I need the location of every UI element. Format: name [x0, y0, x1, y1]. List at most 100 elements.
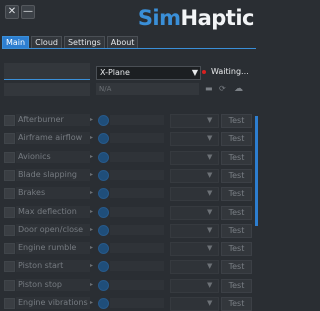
intensity-slider[interactable]	[110, 115, 164, 125]
intensity-slider[interactable]	[110, 279, 164, 290]
dropdown-arrow-icon: ▼	[207, 134, 213, 143]
effect-row: Avionics ▸ ▼ Test	[0, 150, 254, 165]
test-button[interactable]: Test	[221, 114, 252, 128]
effect-row: Brakes ▸ ▼ Test	[0, 186, 254, 202]
effect-enable-checkbox[interactable]	[4, 169, 15, 181]
effect-label: Door open/close	[18, 224, 84, 234]
effect-row: Airframe airflow ▸ ▼ Test	[0, 131, 254, 147]
dropdown-arrow-icon: ▼	[207, 262, 213, 271]
effect-enable-checkbox[interactable]	[4, 298, 15, 309]
effect-row: Max deflection ▸ ▼ Test	[0, 205, 254, 220]
intensity-slider[interactable]	[110, 169, 164, 180]
simulator-select[interactable]: X-Plane ▼	[96, 66, 201, 80]
refresh-icon[interactable]: ⟳	[219, 85, 226, 93]
dropdown-arrow-icon: ▼	[207, 280, 213, 289]
effect-label: Engine rumble	[18, 243, 77, 253]
effect-label: Piston start	[18, 261, 64, 271]
effect-label: Airframe airflow	[18, 133, 83, 143]
dropdown-arrow-icon: ▼	[207, 189, 213, 198]
intensity-slider[interactable]	[110, 243, 164, 254]
effect-enable-checkbox[interactable]	[4, 133, 15, 145]
logo-haptic-text: Haptic	[180, 6, 255, 30]
effect-row: Piston start ▸ ▼ Test	[0, 259, 254, 275]
expand-arrow-icon[interactable]: ▸	[90, 259, 93, 273]
intensity-slider[interactable]	[110, 206, 164, 217]
expand-arrow-icon[interactable]: ▸	[90, 241, 93, 255]
test-button[interactable]: Test	[221, 205, 252, 220]
intensity-knob[interactable]	[98, 188, 109, 200]
effect-label: Engine vibrations	[18, 298, 88, 307]
effect-row: Engine rumble ▸ ▼ Test	[0, 241, 254, 257]
folder-icon[interactable]: ▬	[205, 85, 213, 93]
intensity-knob[interactable]	[98, 206, 109, 218]
expand-arrow-icon[interactable]: ▸	[90, 150, 93, 164]
intensity-knob[interactable]	[98, 243, 109, 255]
test-button[interactable]: Test	[221, 278, 252, 293]
dropdown-arrow-icon: ▼	[207, 225, 213, 234]
tab-underline	[2, 48, 256, 49]
effect-row: Afterburner ▸ ▼ Test	[0, 113, 254, 128]
device-input[interactable]	[4, 63, 90, 80]
effect-enable-checkbox[interactable]	[4, 115, 15, 126]
expand-arrow-icon[interactable]: ▸	[90, 278, 93, 292]
intensity-slider[interactable]	[110, 261, 164, 272]
effect-label: Afterburner	[18, 115, 64, 124]
dropdown-arrow-icon: ▼	[191, 68, 198, 77]
effect-row: Door open/close ▸ ▼ Test	[0, 223, 254, 238]
effect-enable-checkbox[interactable]	[4, 279, 15, 291]
intensity-knob[interactable]	[98, 298, 109, 309]
effect-enable-checkbox[interactable]	[4, 206, 15, 218]
intensity-knob[interactable]	[98, 261, 109, 273]
test-button[interactable]: Test	[221, 150, 252, 165]
test-button[interactable]: Test	[221, 242, 252, 257]
test-button[interactable]: Test	[221, 297, 252, 311]
effect-row: Piston stop ▸ ▼ Test	[0, 278, 254, 293]
effect-enable-checkbox[interactable]	[4, 188, 15, 200]
effect-label: Max deflection	[18, 206, 77, 216]
cloud-icon[interactable]: ☁	[234, 85, 243, 94]
effect-enable-checkbox[interactable]	[4, 224, 15, 236]
expand-arrow-icon[interactable]: ▸	[90, 205, 93, 219]
test-button[interactable]: Test	[221, 260, 252, 275]
expand-arrow-icon[interactable]: ▸	[90, 168, 93, 182]
dropdown-arrow-icon: ▼	[207, 299, 213, 307]
effect-enable-checkbox[interactable]	[4, 261, 15, 273]
close-icon[interactable]: ✕	[5, 5, 19, 19]
aircraft-field: N/A	[96, 83, 199, 95]
intensity-slider[interactable]	[110, 298, 164, 308]
minimize-icon[interactable]: —	[21, 5, 35, 19]
intensity-knob[interactable]	[98, 279, 109, 291]
dropdown-arrow-icon: ▼	[207, 170, 213, 179]
test-button[interactable]: Test	[221, 132, 252, 147]
intensity-knob[interactable]	[98, 133, 109, 145]
status-indicator-icon	[202, 70, 206, 74]
intensity-slider[interactable]	[110, 133, 164, 144]
device-sub-input[interactable]	[4, 83, 90, 96]
effect-enable-checkbox[interactable]	[4, 243, 15, 255]
intensity-knob[interactable]	[98, 224, 109, 236]
app-logo: SimHaptic	[137, 6, 255, 30]
effect-enable-checkbox[interactable]	[4, 151, 15, 163]
intensity-knob[interactable]	[98, 169, 109, 181]
effect-label: Brakes	[18, 188, 46, 198]
test-button[interactable]: Test	[221, 168, 252, 183]
expand-arrow-icon[interactable]: ▸	[90, 296, 93, 310]
expand-arrow-icon[interactable]: ▸	[90, 186, 93, 200]
intensity-slider[interactable]	[110, 224, 164, 235]
scrollbar-thumb[interactable]	[255, 116, 258, 226]
expand-arrow-icon[interactable]: ▸	[90, 113, 93, 127]
test-button[interactable]: Test	[221, 187, 252, 202]
expand-arrow-icon[interactable]: ▸	[90, 131, 93, 145]
effect-label: Avionics	[18, 151, 51, 161]
test-button[interactable]: Test	[221, 223, 252, 238]
logo-sim-text: Sim	[137, 6, 181, 30]
intensity-slider[interactable]	[110, 188, 164, 199]
dropdown-arrow-icon: ▼	[207, 207, 213, 216]
intensity-slider[interactable]	[110, 151, 164, 162]
simulator-select-value: X-Plane	[100, 68, 130, 77]
title-bar: ✕ — SimHaptic	[0, 0, 258, 34]
effect-label: Piston stop	[18, 279, 62, 289]
expand-arrow-icon[interactable]: ▸	[90, 223, 93, 237]
intensity-knob[interactable]	[98, 151, 109, 163]
intensity-knob[interactable]	[98, 115, 109, 126]
